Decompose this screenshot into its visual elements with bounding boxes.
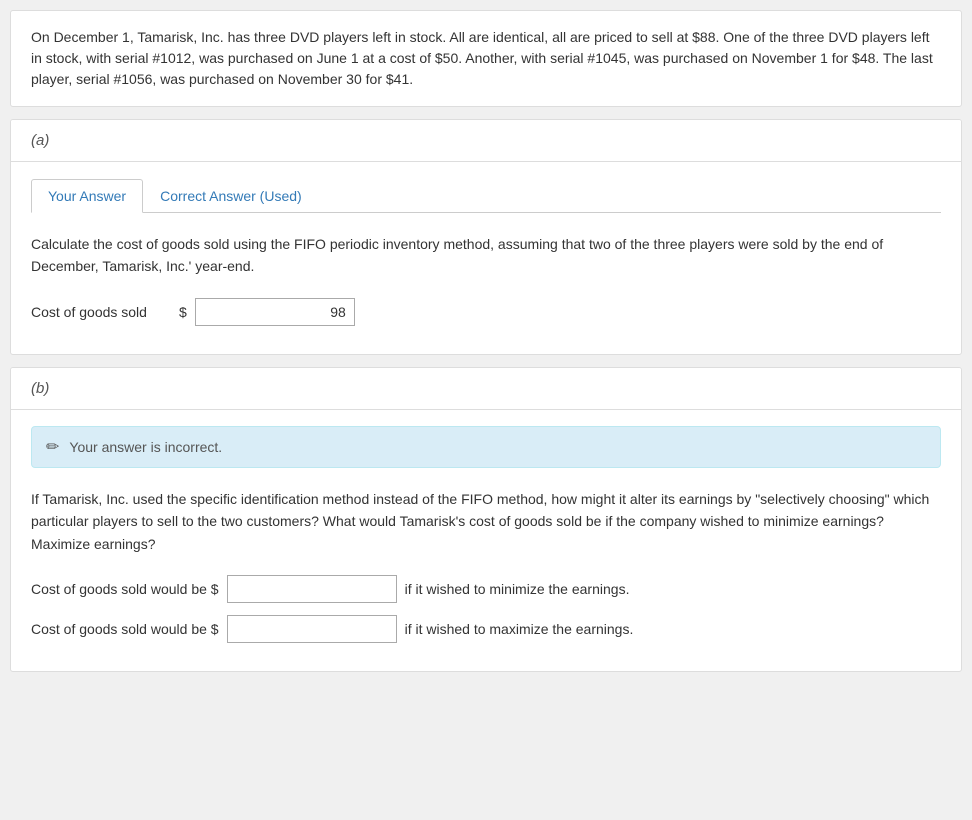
section-a-question: Calculate the cost of goods sold using t… (31, 233, 941, 278)
cost-of-goods-sold-label: Cost of goods sold (31, 304, 171, 320)
maximize-suffix: if it wished to maximize the earnings. (405, 621, 634, 637)
problem-card: On December 1, Tamarisk, Inc. has three … (10, 10, 962, 107)
maximize-earnings-input[interactable] (227, 615, 397, 643)
minimize-suffix: if it wished to minimize the earnings. (405, 581, 630, 597)
section-b-maximize-row: Cost of goods sold would be $ if it wish… (31, 615, 941, 643)
cost-of-goods-sold-input[interactable] (195, 298, 355, 326)
problem-text: On December 1, Tamarisk, Inc. has three … (31, 29, 933, 87)
section-b-card: (b) ✏ Your answer is incorrect. If Tamar… (10, 367, 962, 672)
section-a-label: (a) (31, 132, 49, 149)
section-a-body: Your Answer Correct Answer (Used) Calcul… (11, 162, 961, 354)
alert-message: Your answer is incorrect. (69, 439, 222, 455)
minimize-earnings-input[interactable] (227, 575, 397, 603)
tab-correct-answer[interactable]: Correct Answer (Used) (143, 179, 319, 213)
section-b-question: If Tamarisk, Inc. used the specific iden… (31, 488, 941, 555)
incorrect-alert: ✏ Your answer is incorrect. (31, 426, 941, 468)
section-a-card: (a) Your Answer Correct Answer (Used) Ca… (10, 119, 962, 355)
section-b-body: ✏ Your answer is incorrect. If Tamarisk,… (11, 410, 961, 671)
section-b-header: (b) (11, 368, 961, 410)
pencil-icon: ✏ (46, 437, 59, 457)
section-a-header: (a) (11, 120, 961, 162)
tab-your-answer[interactable]: Your Answer (31, 179, 143, 213)
section-a-input-row: Cost of goods sold $ (31, 298, 941, 326)
section-b-label: (b) (31, 380, 49, 397)
minimize-label: Cost of goods sold would be $ (31, 581, 219, 597)
section-a-tabs: Your Answer Correct Answer (Used) (31, 178, 941, 213)
section-b-minimize-row: Cost of goods sold would be $ if it wish… (31, 575, 941, 603)
currency-symbol-a: $ (179, 304, 187, 320)
maximize-label: Cost of goods sold would be $ (31, 621, 219, 637)
